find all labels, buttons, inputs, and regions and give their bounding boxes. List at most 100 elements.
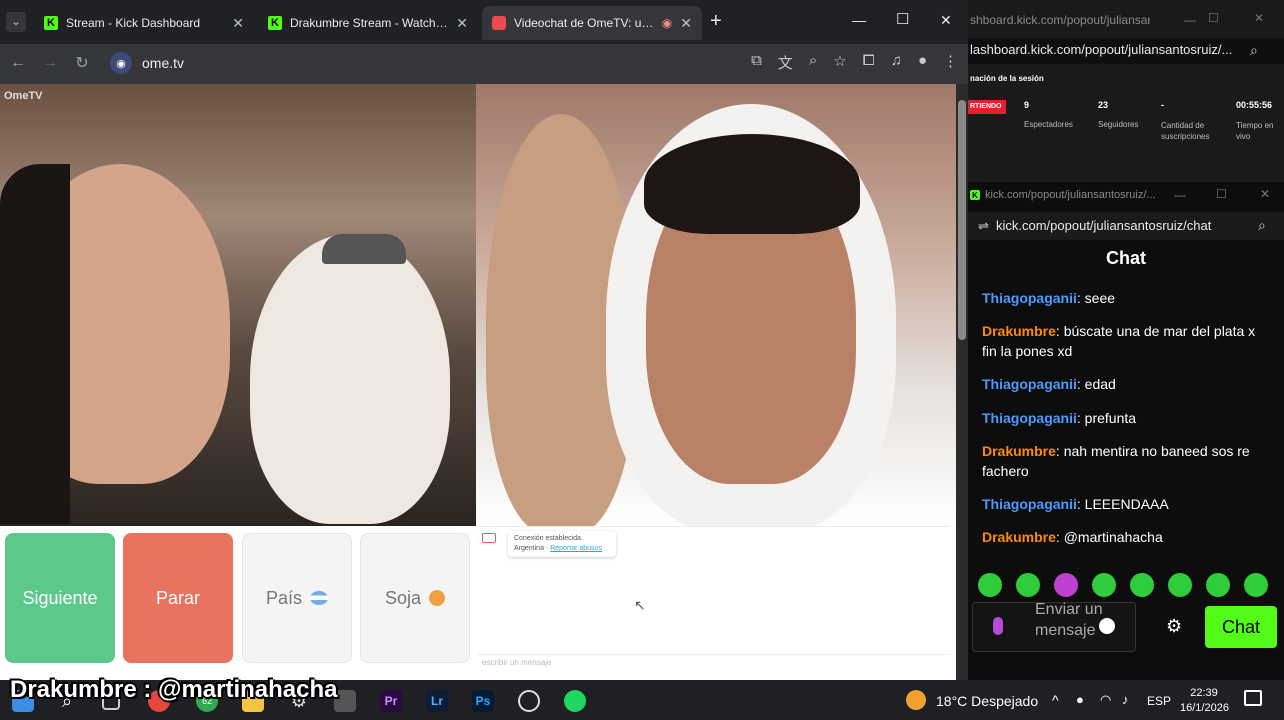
photoshop-icon[interactable]: Ps xyxy=(472,690,494,712)
chat-username[interactable]: Thiagopaganii xyxy=(982,410,1077,426)
next-button[interactable]: Siguiente xyxy=(5,533,115,663)
address-bar[interactable]: lashboard.kick.com/popout/juliansantosru… xyxy=(968,38,1284,64)
chat-title: Chat xyxy=(1106,248,1146,268)
chat-username[interactable]: Thiagopaganii xyxy=(982,290,1077,306)
site-info-icon[interactable]: ⇌ xyxy=(978,218,989,234)
chat-text: : @martinahacha xyxy=(1055,529,1163,545)
ometv-logo-icon xyxy=(482,533,496,543)
stat-label: Seguidores xyxy=(1098,120,1139,129)
close-window-button[interactable]: ✕ xyxy=(940,12,952,29)
emote-icon[interactable] xyxy=(1168,573,1192,597)
microphone-icon[interactable] xyxy=(993,617,1003,635)
microphone-tray-icon[interactable]: ● xyxy=(1076,692,1084,707)
settings-gear-icon[interactable]: ⚙ xyxy=(1166,616,1182,637)
tab-ometv[interactable]: Videochat de OmeTV: una ◉ ✕ xyxy=(482,6,702,40)
emote-bar xyxy=(978,573,1268,597)
emote-icon[interactable] xyxy=(978,573,1002,597)
language-indicator[interactable]: ESP xyxy=(1147,694,1171,708)
live-badge: RTIENDO xyxy=(968,100,1006,114)
translate-icon[interactable]: 文 xyxy=(778,52,793,73)
emote-icon[interactable] xyxy=(1054,573,1078,597)
emoji-icon[interactable] xyxy=(1099,618,1115,634)
search-icon[interactable]: ⌕ xyxy=(1258,217,1266,234)
site-info-icon[interactable]: ◉ xyxy=(110,52,132,74)
tab-kick-dashboard[interactable]: K Stream - Kick Dashboard ✕ xyxy=(34,6,254,40)
search-icon[interactable]: ⌕ xyxy=(1250,42,1258,59)
minimize-button[interactable]: — xyxy=(852,12,866,28)
url-text: kick.com/popout/juliansantosruiz/chat xyxy=(996,218,1212,233)
close-button[interactable]: ✕ xyxy=(1260,187,1270,201)
chat-username[interactable]: Thiagopaganii xyxy=(982,376,1077,392)
profile-icon[interactable]: ● xyxy=(918,52,927,73)
chat-text: : seee xyxy=(1076,290,1116,306)
kick-icon: K xyxy=(44,16,58,30)
stat-value: 00:55:56 xyxy=(1236,100,1273,110)
maximize-button[interactable]: ☐ xyxy=(1208,11,1219,25)
back-icon[interactable]: ← xyxy=(2,54,34,72)
clock[interactable]: 22:39 16/1/2026 xyxy=(1180,686,1229,716)
chat-input[interactable]: Enviar un mensaje xyxy=(972,601,1136,652)
weather-text[interactable]: 18°C Despejado xyxy=(936,693,1038,709)
chat-text: : edad xyxy=(1076,376,1116,392)
cast-icon[interactable]: ⧉ xyxy=(751,52,762,73)
close-icon[interactable]: ✕ xyxy=(680,15,692,32)
media-icon[interactable]: ♫ xyxy=(891,52,902,73)
ometv-chat-pane: Conexión establecida. Argentina · Report… xyxy=(478,526,950,670)
tab-search-icon[interactable]: ⌄ xyxy=(6,12,26,32)
section-title: nación de la sesión xyxy=(970,74,1044,83)
kick-icon: K xyxy=(970,190,980,200)
chat-username[interactable]: Drakumbre xyxy=(982,529,1056,545)
browser-toolbar: ← → ↻ ◉ ome.tv ⧉ 文 ⌕ ☆ ⧠ ♫ ● ⋮ xyxy=(0,44,968,82)
premiere-icon[interactable]: Pr xyxy=(380,690,402,712)
report-abuse-link[interactable]: Reportar abusos xyxy=(550,545,602,552)
obs-icon[interactable] xyxy=(518,690,540,712)
country-button[interactable]: País xyxy=(242,533,352,663)
emote-icon[interactable] xyxy=(1244,573,1268,597)
gender-button[interactable]: Soja xyxy=(360,533,470,663)
zoom-icon[interactable]: ⌕ xyxy=(809,52,817,73)
tray-chevron-icon[interactable]: ^ xyxy=(1052,692,1059,708)
stat-label: Espectadores xyxy=(1024,120,1073,129)
hair-shape xyxy=(644,134,860,234)
notifications-icon[interactable] xyxy=(1244,690,1262,706)
chat-username[interactable]: Drakumbre xyxy=(982,323,1056,339)
url-text: ome.tv xyxy=(142,55,185,71)
lightroom-icon[interactable]: Lr xyxy=(426,690,448,712)
maximize-button[interactable]: ☐ xyxy=(896,10,909,28)
menu-icon[interactable]: ⋮ xyxy=(943,52,958,73)
chat-message: Drakumbre: búscate una de mar del plata … xyxy=(982,321,1272,361)
forward-icon[interactable]: → xyxy=(34,54,66,72)
new-tab-button[interactable]: + xyxy=(710,10,722,33)
minimize-button[interactable]: — xyxy=(1184,13,1196,27)
volume-icon[interactable]: ♪ xyxy=(1122,692,1129,707)
weather-icon[interactable] xyxy=(906,690,926,710)
reload-icon[interactable]: ↻ xyxy=(66,53,98,73)
send-chat-button[interactable]: Chat xyxy=(1205,606,1277,648)
tab-drakumbre-stream[interactable]: K Drakumbre Stream - Watch Live ✕ xyxy=(258,6,478,40)
chat-username[interactable]: Drakumbre xyxy=(982,443,1056,459)
close-icon[interactable]: ✕ xyxy=(456,15,468,32)
scrollbar-thumb[interactable] xyxy=(958,100,966,340)
close-button[interactable]: ✕ xyxy=(1254,11,1264,25)
wifi-icon[interactable]: ◠ xyxy=(1100,692,1111,708)
address-bar[interactable]: kick.com/popout/juliansantosruiz/chat xyxy=(968,212,1284,240)
chat-input-placeholder: Enviar un mensaje xyxy=(1035,601,1103,639)
minimize-button[interactable]: — xyxy=(1174,188,1186,202)
stop-button[interactable]: Parar xyxy=(123,533,233,663)
emote-icon[interactable] xyxy=(1016,573,1040,597)
extensions-icon[interactable]: ⧠ xyxy=(863,52,875,73)
stat-label: Tiempo en vivo xyxy=(1236,121,1274,141)
emote-icon[interactable] xyxy=(1092,573,1116,597)
hair-shape xyxy=(0,164,70,524)
emote-icon[interactable] xyxy=(1206,573,1230,597)
bookmark-star-icon[interactable]: ☆ xyxy=(833,52,846,73)
message-input[interactable]: escribir un mensaje xyxy=(478,654,950,670)
address-bar[interactable]: ◉ ome.tv xyxy=(110,49,670,77)
emote-icon[interactable] xyxy=(1130,573,1154,597)
chat-username[interactable]: Thiagopaganii xyxy=(982,496,1077,512)
chat-text: : LEEENDAAA xyxy=(1076,496,1169,512)
kick-icon: K xyxy=(268,16,282,30)
spotify-icon[interactable] xyxy=(564,690,586,712)
maximize-button[interactable]: ☐ xyxy=(1216,187,1227,201)
close-icon[interactable]: ✕ xyxy=(232,15,244,32)
